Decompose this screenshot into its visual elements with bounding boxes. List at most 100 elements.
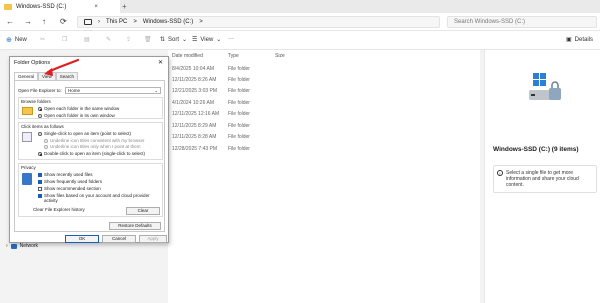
row-date: 12/11/2025 8:26 AM [172, 77, 217, 83]
general-tab-panel: Open File Explorer to: Home ⌄ Browse fol… [14, 80, 165, 232]
open-explorer-label: Open File Explorer to: [18, 88, 62, 93]
row-date: 12/28/2025 7:43 PM [172, 146, 218, 152]
details-info-box: i Select a single file to get more infor… [493, 165, 597, 193]
breadcrumb-current[interactable]: Windows-SSD (C:) [143, 19, 193, 25]
radio-double-click[interactable] [38, 152, 42, 156]
dialog-title: Folder Options [14, 60, 51, 66]
row-type: File folder [228, 77, 250, 83]
browse-own-label: Open each folder in its own window [44, 113, 115, 118]
browse-folders-group: Browse folders Open each folder in the s… [18, 97, 163, 119]
share-icon[interactable]: ⇪ [126, 36, 131, 43]
paste-icon[interactable]: ▤ [84, 36, 90, 43]
tab-view[interactable]: View [38, 72, 56, 80]
tab-search[interactable]: Search [55, 72, 78, 80]
tab-title: Windows-SSD (C:) [16, 3, 67, 10]
new-label: New [14, 37, 27, 43]
row-type: File folder [228, 88, 250, 94]
apply-button[interactable]: Apply [139, 235, 167, 243]
row-type: File folder [228, 100, 250, 106]
breadcrumb-this-pc[interactable]: This PC [106, 19, 127, 25]
dialog-tabs: General View Search [14, 72, 78, 80]
column-header-type[interactable]: Type [228, 53, 239, 59]
privacy-icon [22, 173, 32, 185]
radio-underline-point[interactable] [44, 145, 48, 149]
row-type: File folder [228, 134, 250, 140]
tab-general[interactable]: General [14, 72, 39, 80]
details-button[interactable]: ▣ Details [566, 36, 594, 44]
cancel-button[interactable]: Cancel [102, 235, 136, 243]
up-icon[interactable]: ↑ [42, 17, 46, 26]
plus-icon: ⊕ [6, 37, 12, 44]
radio-own-window[interactable] [38, 114, 42, 118]
click-items-group: Click items as follows Single-click to o… [18, 122, 163, 160]
row-type: File folder [228, 66, 250, 72]
column-header-size[interactable]: Size [275, 53, 285, 59]
network-icon [10, 243, 17, 249]
privacy-title: Privacy [21, 165, 36, 170]
radio-underline-browser[interactable] [44, 139, 48, 143]
rename-icon[interactable]: ✎ [106, 36, 111, 43]
frequent-folders-label: Show frequently used folders [44, 179, 103, 184]
address-sep-icon: › [98, 19, 100, 25]
chevron-down-icon: ⌄ [216, 37, 222, 43]
row-type: File folder [228, 123, 250, 129]
close-icon[interactable]: ✕ [158, 59, 163, 66]
file-list: Date modified Type Size 8/4/2025 10:04 A… [168, 50, 480, 303]
privacy-group: Privacy Show recently used files Show fr… [18, 163, 163, 217]
browse-folders-title: Browse folders [21, 99, 51, 104]
row-date: 12/11/2025 8:29 AM [172, 123, 217, 129]
chevron-right-icon: › [6, 243, 8, 249]
view-label: View [200, 36, 214, 43]
forward-icon[interactable]: → [24, 17, 32, 26]
column-header-date[interactable]: Date modified [172, 53, 203, 59]
checkbox-frequent-folders[interactable] [38, 180, 42, 184]
view-icon: ☰ [192, 37, 198, 43]
underline-browser-label: Underline icon titles consistent with my… [50, 138, 145, 143]
more-button[interactable]: ··· [228, 36, 234, 42]
details-icon: ▣ [566, 37, 572, 43]
sort-button[interactable]: ⇅ Sort ⌄ [160, 36, 187, 44]
clear-history-label: Clear File Explorer history [33, 207, 85, 212]
ok-button[interactable]: OK [65, 235, 99, 243]
drive-icon [529, 73, 561, 100]
new-tab-icon[interactable]: + [122, 2, 127, 11]
clear-button[interactable]: Clear [126, 207, 160, 215]
underline-point-label: Underline icon titles only when I point … [50, 144, 141, 149]
checkbox-cloud-files[interactable] [38, 194, 42, 198]
details-info-text: Select a single file to get more informa… [506, 170, 579, 188]
single-click-label: Single-click to open an item (point to s… [44, 131, 132, 136]
search-input[interactable]: Search Windows-SSD (C:) [447, 16, 597, 28]
row-type: File folder [228, 146, 250, 152]
sidebar-item-network[interactable]: › Network [6, 243, 38, 249]
copy-icon[interactable]: ❐ [62, 36, 67, 43]
row-date: 8/4/2025 10:04 AM [172, 66, 214, 72]
restore-defaults-button[interactable]: Restore Defaults [109, 222, 161, 230]
back-icon[interactable]: ← [6, 17, 14, 26]
row-type: File folder [228, 111, 250, 117]
radio-single-click[interactable] [38, 132, 42, 136]
radio-same-window[interactable] [38, 107, 42, 111]
refresh-icon[interactable]: ⟳ [60, 17, 67, 26]
tab-close-icon[interactable]: × [94, 4, 98, 10]
details-label: Details [574, 36, 594, 43]
row-date: 4/1/2024 10:26 AM [172, 100, 214, 106]
view-button[interactable]: ☰ View ⌄ [192, 36, 222, 44]
details-pane: Windows-SSD (C:) (9 items) i Select a si… [484, 50, 600, 303]
checkbox-recommended[interactable] [38, 187, 42, 191]
double-click-label: Double-click to open an item (single-cli… [44, 151, 146, 156]
click-items-title: Click items as follows [21, 124, 64, 129]
cursor-icon [22, 132, 32, 142]
new-button[interactable]: ⊕ New [6, 36, 27, 44]
delete-icon[interactable]: 🗑 [144, 36, 152, 43]
checkbox-recent-files[interactable] [38, 173, 42, 177]
cut-icon[interactable]: ✂ [40, 36, 45, 43]
open-explorer-select[interactable]: Home ⌄ [65, 87, 161, 94]
address-bar[interactable]: › This PC > Windows-SSD (C:) > [77, 16, 440, 28]
tab-windows-ssd[interactable]: Windows-SSD (C:) × [0, 0, 120, 13]
open-explorer-value: Home [68, 88, 81, 93]
this-pc-icon [84, 19, 92, 25]
address-sep-icon: > [199, 19, 203, 25]
browse-same-label: Open each folder in the same window [44, 106, 120, 111]
row-date: 12/21/2025 3:03 PM [172, 88, 218, 94]
address-sep-icon: > [133, 19, 137, 25]
